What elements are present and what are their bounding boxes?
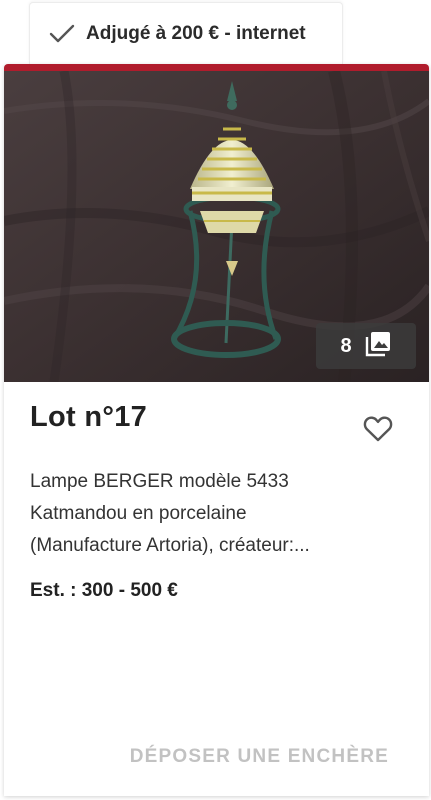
- check-icon: [48, 23, 76, 45]
- lot-card-page: Adjugé à 200 € - internet 8 Lot n°17 Lam…: [0, 0, 431, 800]
- sold-status-text: Adjugé à 200 € - internet: [86, 22, 306, 44]
- heart-outline-icon: [363, 416, 393, 442]
- photo-library-icon: [364, 330, 392, 363]
- description-line: (Manufacture Artoria), créateur:...: [30, 535, 310, 556]
- lot-description: Lampe BERGER modèle 5433 Katmandou en po…: [30, 466, 390, 562]
- lot-photo[interactable]: 8: [4, 71, 429, 382]
- photo-count: 8: [340, 334, 352, 357]
- lot-estimate: Est. : 300 - 500 €: [30, 580, 178, 601]
- sold-badge: Adjugé à 200 € - internet: [29, 2, 343, 64]
- lot-card[interactable]: 8 Lot n°17 Lampe BERGER modèle 5433 Katm…: [4, 64, 429, 796]
- photo-count-badge[interactable]: 8: [316, 323, 416, 369]
- lot-title: Lot n°17: [30, 401, 148, 433]
- description-line: Lampe BERGER modèle 5433: [30, 471, 289, 492]
- description-line: Katmandou en porcelaine: [30, 503, 247, 524]
- favorite-button[interactable]: [361, 411, 395, 445]
- place-bid-button[interactable]: DÉPOSER UNE ENCHÈRE: [104, 736, 404, 778]
